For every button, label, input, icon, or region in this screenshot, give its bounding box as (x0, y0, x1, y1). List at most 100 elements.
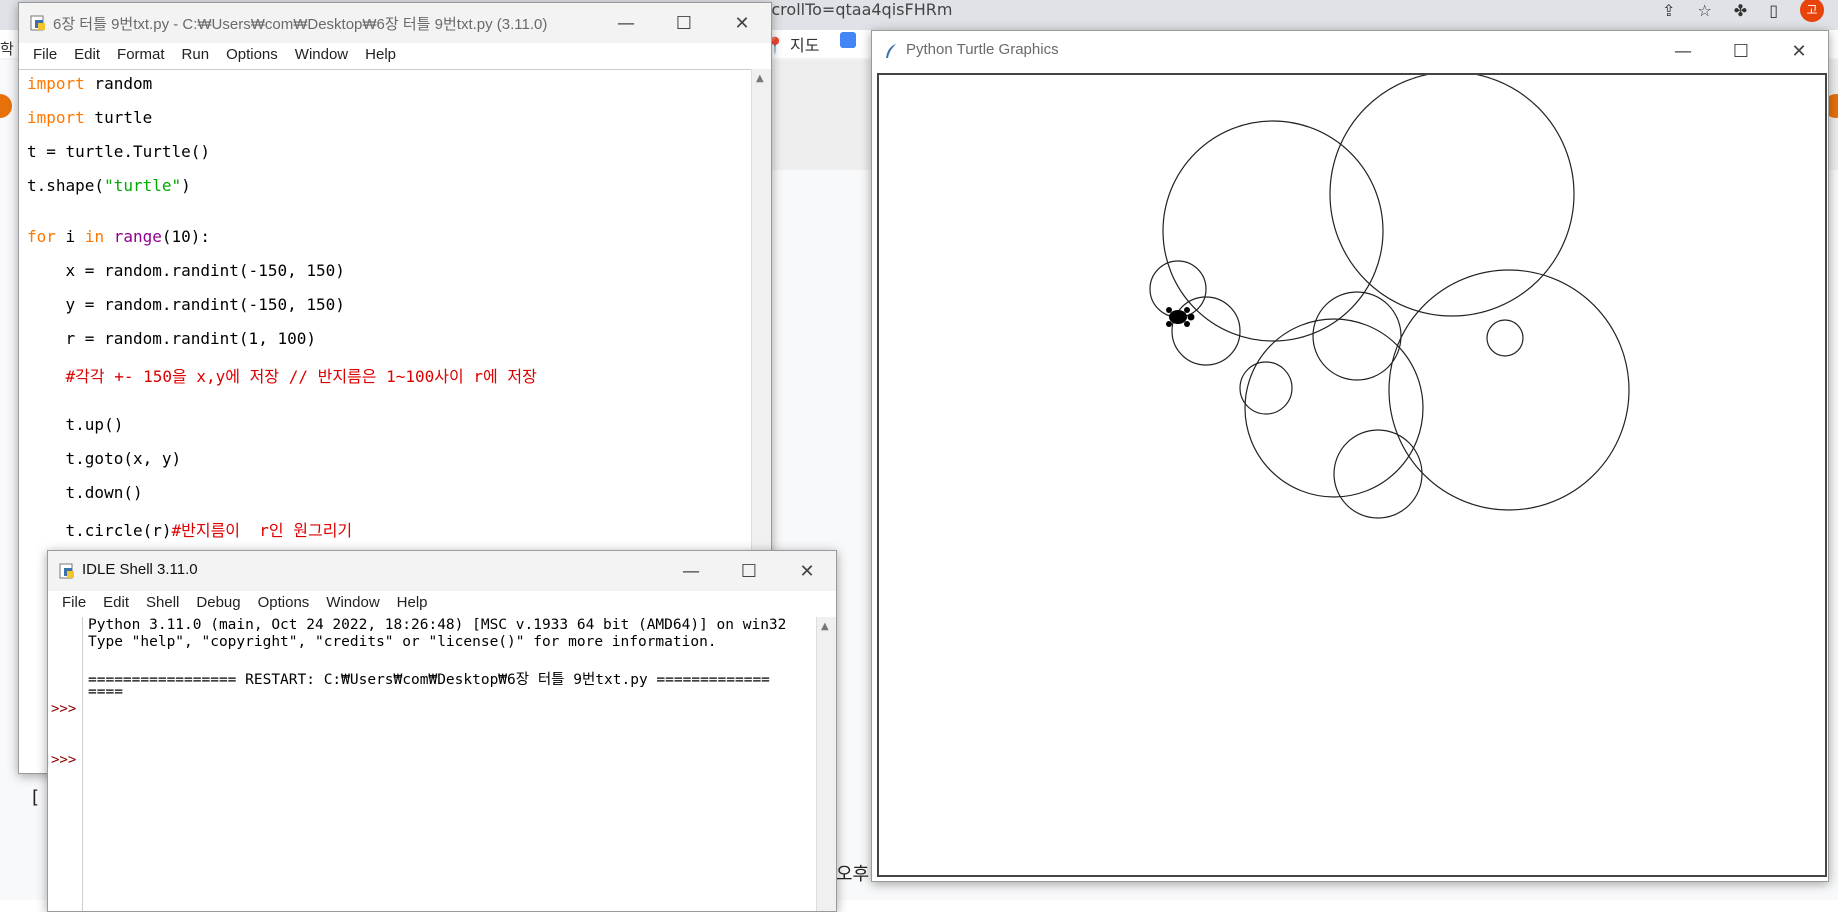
shell-banner-line1: Python 3.11.0 (main, Oct 24 2022, 18:26:… (88, 617, 787, 633)
code-line[interactable]: t = turtle.Turtle() (27, 142, 210, 161)
turtle-circle (1162, 120, 1384, 342)
editor-titlebar[interactable]: 6장 터틀 9번txt.py - C:₩Users₩com₩Desktop₩6장… (19, 3, 771, 43)
code-token: ) (181, 176, 191, 195)
shell-prompt-gutter: >>> >>> (48, 617, 83, 911)
python-file-icon (30, 15, 45, 31)
menu-file[interactable]: File (25, 43, 66, 69)
turtle-titlebar[interactable]: Python Turtle Graphics — ☐ ✕ (872, 31, 1828, 71)
window-controls: — ☐ ✕ (1654, 31, 1828, 71)
minimize-icon[interactable]: — (597, 3, 655, 43)
shell-restart-line: ================= RESTART: C:₩Users₩com₩… (88, 672, 770, 688)
code-token: range (113, 227, 162, 246)
turtle-circle (1388, 269, 1630, 511)
menu-edit[interactable]: Edit (66, 43, 109, 69)
code-token: i (55, 227, 85, 246)
code-line[interactable]: #각각 +- 150을 x,y에 저장 // 반지름은 1~100사이 r에 저… (27, 363, 537, 387)
colab-time-text: 오후 (836, 864, 870, 885)
code-line[interactable]: x = random.randint(-150, 150) (27, 261, 345, 280)
code-line[interactable]: t.shape("turtle") (27, 176, 191, 195)
maximize-icon[interactable]: ☐ (720, 551, 778, 591)
menu-debug[interactable]: Debug (188, 591, 249, 617)
code-token: x = random.randint(-150, 150) (27, 261, 345, 280)
menu-options[interactable]: Options (218, 43, 287, 69)
shell-window: IDLE Shell 3.11.0 — ☐ ✕ File Edit Shell … (47, 550, 837, 912)
minimize-icon[interactable]: — (662, 551, 720, 591)
browser-left-label: 학 (0, 40, 14, 58)
code-token: t.up() (27, 415, 124, 434)
google-icon[interactable] (840, 32, 856, 52)
turtle-icon (1166, 307, 1195, 327)
turtle-circle (1171, 296, 1241, 366)
menu-edit[interactable]: Edit (95, 591, 138, 617)
code-line[interactable]: t.circle(r)#반지름이 r인 원그리기 (27, 517, 353, 541)
code-line[interactable]: import turtle (27, 108, 152, 127)
code-line[interactable]: t.down() (27, 483, 143, 502)
editor-menubar: File Edit Format Run Options Window Help (19, 43, 771, 69)
menu-window[interactable]: Window (287, 43, 357, 69)
code-token: for (27, 227, 56, 246)
sidepanel-icon[interactable]: ▯ (1769, 1, 1778, 20)
feather-icon (886, 44, 896, 58)
window-controls: — ☐ ✕ (662, 551, 836, 591)
turtle-circle (1333, 429, 1423, 519)
code-token: t.down() (27, 483, 143, 502)
shell-prompt: >>> (51, 752, 77, 768)
code-line[interactable]: t.goto(x, y) (27, 449, 182, 468)
code-token: turtle (84, 108, 153, 127)
code-line[interactable]: t.up() (27, 415, 124, 434)
close-icon[interactable]: ✕ (778, 551, 836, 591)
code-token: #각각 +- 150을 x,y에 저장 // 반지름은 1~100사이 r에 저… (27, 367, 537, 386)
window-controls: — ☐ ✕ (597, 3, 771, 43)
code-token: t = turtle.Turtle() (27, 142, 211, 161)
scroll-up-icon[interactable]: ▲ (821, 621, 829, 632)
editor-title: 6장 터틀 9번txt.py - C:₩Users₩com₩Desktop₩6장… (53, 16, 548, 33)
bookmark-map[interactable]: 📍 지도 (765, 32, 819, 56)
menu-format[interactable]: Format (109, 43, 174, 69)
colab-bracket-text: [ (32, 787, 40, 808)
code-line[interactable]: r = random.randint(1, 100) (27, 329, 316, 348)
turtle-circle (1329, 75, 1575, 317)
minimize-icon[interactable]: — (1654, 31, 1712, 71)
close-icon[interactable]: ✕ (713, 3, 771, 43)
shell-scrollbar[interactable]: ▲ (816, 617, 836, 911)
code-token: import (27, 74, 85, 93)
bookmark-map-label: 지도 (790, 36, 820, 55)
code-token: "turtle" (104, 176, 182, 195)
code-token: y = random.randint(-150, 150) (27, 295, 345, 314)
menu-help[interactable]: Help (357, 43, 405, 69)
maximize-icon[interactable]: ☐ (1712, 31, 1770, 71)
shell-title: IDLE Shell 3.11.0 (82, 561, 198, 578)
maximize-icon[interactable]: ☐ (655, 3, 713, 43)
star-icon[interactable]: ☆ (1697, 1, 1711, 20)
code-token: import (27, 108, 85, 127)
shell-titlebar[interactable]: IDLE Shell 3.11.0 — ☐ ✕ (48, 551, 836, 591)
browser-toolbar-icons: ⇪ ☆ ✤ ▯ 고 (1662, 0, 1838, 22)
code-token: random (84, 74, 153, 93)
menu-file[interactable]: File (54, 591, 95, 617)
menu-help[interactable]: Help (389, 591, 437, 617)
menu-options[interactable]: Options (250, 591, 319, 617)
turtle-circle (1312, 291, 1402, 381)
extensions-icon[interactable]: ✤ (1734, 1, 1747, 20)
code-token: #반지름이 r인 원그리기 (171, 521, 353, 540)
code-token: t.circle(r) (27, 521, 172, 540)
shell-menubar: File Edit Shell Debug Options Window Hel… (48, 591, 836, 617)
menu-run[interactable]: Run (174, 43, 219, 69)
turtle-window: Python Turtle Graphics — ☐ ✕ (871, 30, 1829, 882)
menu-shell[interactable]: Shell (138, 591, 188, 617)
shell-prompt: >>> (51, 701, 77, 717)
code-token: r = random.randint(1, 100) (27, 329, 316, 348)
code-line[interactable]: import random (27, 74, 152, 93)
menu-window[interactable]: Window (318, 591, 388, 617)
code-token: t.shape( (27, 176, 105, 195)
code-line[interactable]: y = random.randint(-150, 150) (27, 295, 345, 314)
shell-restart-line-wrap: ==== (88, 684, 123, 700)
turtle-canvas[interactable] (877, 73, 1827, 877)
scroll-up-icon[interactable]: ▲ (756, 73, 764, 84)
share-icon[interactable]: ⇪ (1662, 1, 1675, 20)
code-token: (10): (161, 227, 211, 246)
close-icon[interactable]: ✕ (1770, 31, 1828, 71)
code-line[interactable]: for i in range(10): (27, 227, 210, 246)
avatar[interactable]: 고 (1800, 0, 1824, 22)
